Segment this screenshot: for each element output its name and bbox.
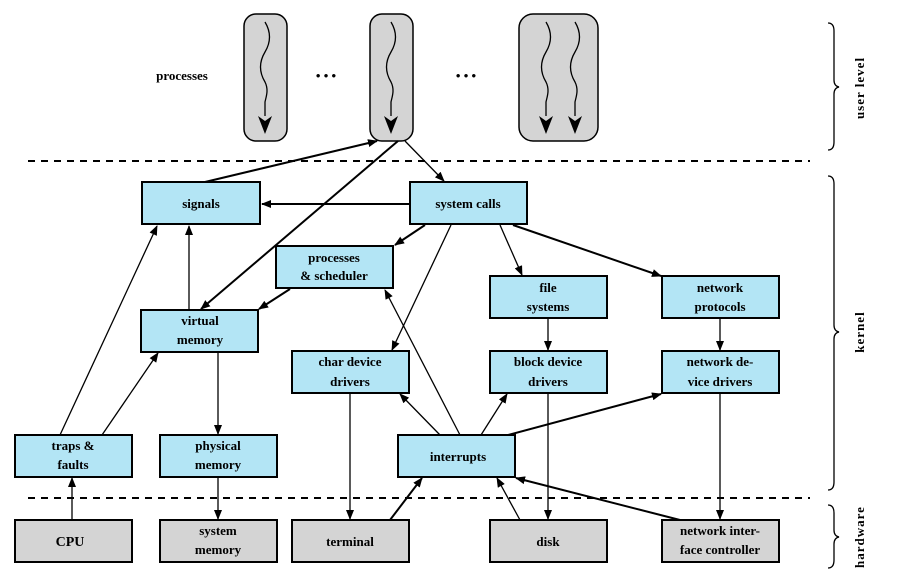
svg-text:interrupts: interrupts — [430, 449, 486, 464]
svg-text:face controller: face controller — [680, 542, 760, 557]
brace-kernel — [827, 175, 840, 491]
box-system-calls: system calls — [409, 181, 528, 225]
svg-text:traps &: traps & — [52, 438, 95, 453]
svg-text:system calls: system calls — [435, 196, 500, 211]
kernel-structure-diagram: processes • • • • • • user level kernel … — [14, 13, 867, 569]
ellipsis: • • • — [456, 68, 477, 83]
svg-text:signals: signals — [182, 196, 220, 211]
box-char-device-drivers: char device drivers — [291, 350, 410, 394]
box-traps-faults: traps & faults — [14, 434, 133, 478]
process-multi-thread — [518, 13, 599, 142]
svg-text:terminal: terminal — [326, 534, 374, 549]
svg-text:drivers: drivers — [330, 374, 370, 389]
box-block-device-drivers: block device drivers — [489, 350, 608, 394]
svg-text:drivers: drivers — [528, 374, 568, 389]
svg-text:network inter-: network inter- — [680, 523, 760, 538]
svg-text:virtual: virtual — [181, 313, 219, 328]
svg-text:CPU: CPU — [56, 535, 85, 550]
process-single-thread — [369, 13, 414, 142]
svg-text:memory: memory — [177, 332, 224, 347]
svg-text:system: system — [199, 523, 237, 538]
svg-text:char device: char device — [319, 354, 382, 369]
box-physical-memory: physical memory — [159, 434, 278, 478]
box-network-interface-controller: network inter- face controller — [661, 519, 780, 563]
svg-text:network: network — [697, 280, 744, 295]
svg-text:faults: faults — [57, 457, 88, 472]
svg-text:memory: memory — [195, 542, 242, 557]
svg-text:disk: disk — [536, 534, 560, 549]
box-terminal: terminal — [291, 519, 410, 563]
box-disk: disk — [489, 519, 608, 563]
label-kernel: kernel — [852, 311, 867, 352]
processes-label: processes — [156, 68, 208, 83]
box-system-memory: system memory — [159, 519, 278, 563]
svg-text:systems: systems — [527, 299, 570, 314]
svg-text:processes: processes — [308, 250, 360, 265]
box-interrupts: interrupts — [397, 434, 516, 478]
brace-hardware — [827, 504, 840, 569]
box-file-systems: file systems — [489, 275, 608, 319]
svg-text:protocols: protocols — [694, 299, 745, 314]
box-network-protocols: network protocols — [661, 275, 780, 319]
box-cpu: CPU — [14, 519, 133, 563]
box-network-device-drivers: network de- vice drivers — [661, 350, 780, 394]
brace-user — [827, 22, 840, 151]
label-hardware: hardware — [852, 506, 867, 568]
svg-text:block device: block device — [514, 354, 582, 369]
process-single-thread — [243, 13, 288, 142]
svg-text:& scheduler: & scheduler — [300, 268, 368, 283]
box-signals: signals — [141, 181, 261, 225]
svg-text:memory: memory — [195, 457, 242, 472]
svg-text:physical: physical — [195, 438, 241, 453]
ellipsis: • • • — [316, 68, 337, 83]
box-virtual-memory: virtual memory — [140, 309, 259, 353]
svg-text:vice drivers: vice drivers — [688, 374, 753, 389]
label-user-level: user level — [852, 57, 867, 119]
svg-text:file: file — [539, 280, 557, 295]
box-processes-scheduler: processes & scheduler — [275, 245, 394, 289]
svg-text:network de-: network de- — [687, 354, 754, 369]
